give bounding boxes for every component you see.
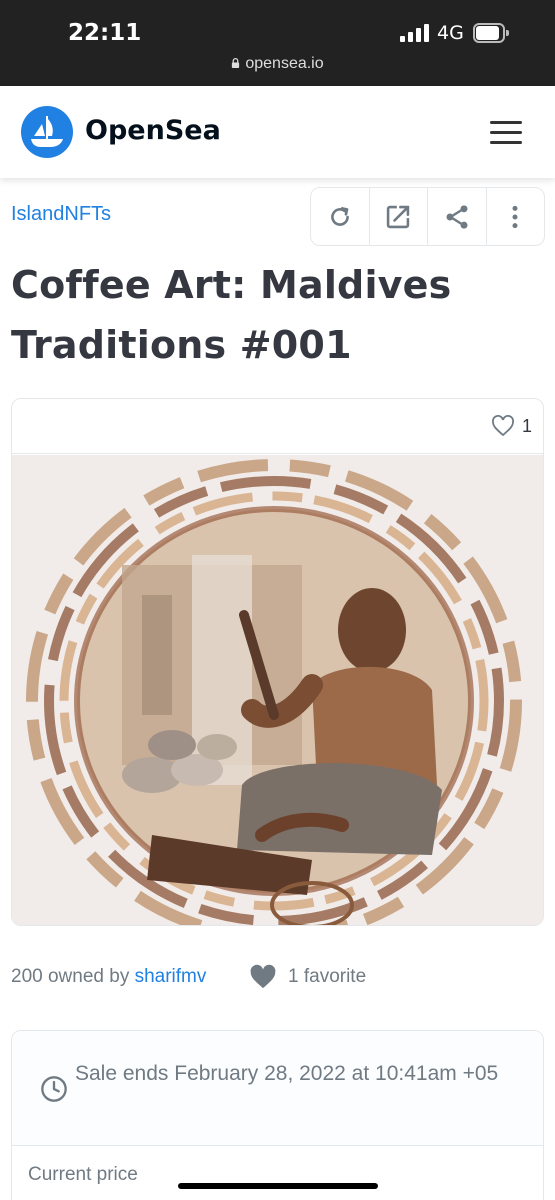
image-card-header: 1 (12, 399, 543, 454)
more-icon (512, 205, 518, 228)
status-bar: 22:11 4G opensea.io (0, 0, 555, 86)
sale-header: Sale ends February 28, 2022 at 10:41am +… (12, 1031, 543, 1146)
network-label: 4G (437, 22, 464, 44)
battery-icon (473, 23, 509, 43)
open-external-button[interactable] (370, 188, 428, 245)
heart-filled-icon (250, 964, 276, 989)
clock-icon (41, 1076, 67, 1102)
more-options-button[interactable] (487, 188, 545, 245)
favorites-count: 1 favorite (288, 966, 367, 987)
collection-link[interactable]: IslandNFTs (11, 203, 111, 226)
sale-end-text: Sale ends February 28, 2022 at 10:41am +… (75, 1062, 499, 1085)
item-image-card: 1 (11, 398, 544, 926)
sale-card: Sale ends February 28, 2022 at 10:41am +… (11, 1030, 544, 1200)
owners-info: 200 owned by sharifmv (11, 966, 206, 988)
app-header: OpenSea (0, 86, 555, 178)
brand-name[interactable]: OpenSea (85, 115, 221, 146)
owner-link[interactable]: sharifmv (135, 966, 207, 987)
home-indicator[interactable] (178, 1183, 378, 1189)
share-button[interactable] (428, 188, 487, 245)
favorite-count: 1 (522, 416, 533, 436)
hamburger-menu-icon[interactable] (490, 121, 524, 145)
signal-icon (400, 24, 430, 42)
nft-artwork-image[interactable] (12, 455, 543, 925)
status-time: 22:11 (68, 20, 142, 46)
owners-count: 200 owned by (11, 966, 135, 987)
item-title: Coffee Art: Maldives Traditions #001 (11, 263, 452, 367)
address-bar[interactable]: opensea.io (0, 55, 555, 73)
current-price-label: Current price (28, 1164, 138, 1185)
url-text: opensea.io (245, 55, 324, 72)
refresh-icon (330, 206, 349, 226)
heart-outline-icon[interactable] (491, 415, 515, 437)
item-toolbar (310, 187, 545, 246)
external-link-icon (387, 205, 410, 228)
share-icon (446, 204, 468, 229)
refresh-button[interactable] (311, 188, 370, 245)
lock-icon (232, 58, 240, 68)
opensea-logo-icon[interactable] (21, 106, 73, 158)
